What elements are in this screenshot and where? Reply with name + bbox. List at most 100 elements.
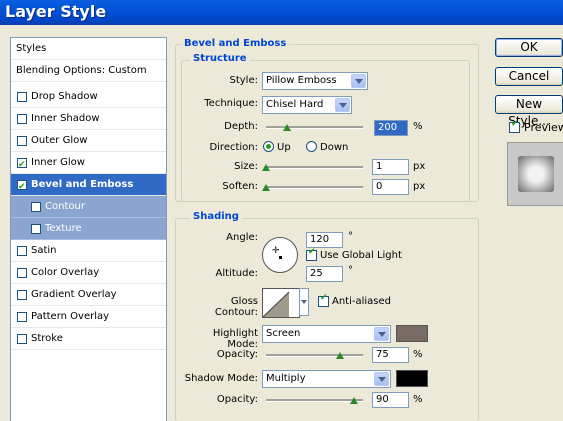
blending-options[interactable]: Blending Options: Custom [11,60,166,82]
chevron-down-icon [335,98,350,112]
altitude-input[interactable]: 25 [306,266,343,282]
highlight-opacity-unit: % [413,349,423,360]
use-global-light-checkbox[interactable] [306,247,317,261]
highlight-color-swatch[interactable] [396,325,428,342]
soften-label: Soften: [222,181,258,192]
style-item-bevel-emboss[interactable]: Bevel and Emboss [11,174,166,198]
cancel-button[interactable]: Cancel [495,67,563,86]
shadow-opacity-label: Opacity: [216,394,258,405]
chevron-down-icon [374,327,389,341]
style-item-label: Satin [31,245,57,256]
shadow-opacity-input[interactable]: 90 [372,392,409,408]
anti-aliased-checkbox[interactable] [318,293,329,307]
shading-title: Shading [190,211,242,222]
style-item-label: Pattern Overlay [31,311,110,322]
shadow-mode-select[interactable]: Multiply [262,370,391,388]
preview-checkbox[interactable] [509,119,520,133]
technique-select[interactable]: Chisel Hard [262,96,352,114]
highlight-opacity-input[interactable]: 75 [372,347,409,363]
shadow-mode-label: Shadow Mode: [184,373,258,384]
stroke-checkbox[interactable] [17,334,27,344]
style-item-pattern-overlay[interactable]: Pattern Overlay [11,306,166,328]
style-item-stroke[interactable]: Stroke [11,328,166,350]
style-label: Style: [229,75,259,86]
style-item-label: Color Overlay [31,267,100,278]
texture-checkbox[interactable] [31,224,41,234]
style-item-outer-glow[interactable]: Outer Glow [11,130,166,152]
style-item-satin[interactable]: Satin [11,240,166,262]
gloss-contour-preview[interactable] [262,288,300,318]
pattern-overlay-checkbox[interactable] [17,312,27,322]
shadow-opacity-slider[interactable] [266,399,363,402]
anti-aliased-label: Anti-aliased [332,296,392,307]
direction-down-radio[interactable] [306,141,317,152]
gloss-contour-label: Gloss Contour: [214,296,258,318]
preview-swatch [518,156,554,192]
shadow-opacity-thumb[interactable] [350,397,359,406]
depth-slider[interactable] [266,126,363,129]
chevron-down-icon [374,372,389,386]
shadow-opacity-unit: % [413,394,423,405]
bevel-emboss-checkbox[interactable] [17,176,27,198]
direction-up-radio[interactable] [263,141,274,152]
color-overlay-checkbox[interactable] [17,268,27,278]
ok-button[interactable]: OK [495,38,563,57]
style-item-gradient-overlay[interactable]: Gradient Overlay [11,284,166,306]
highlight-mode-label: Highlight Mode: [212,328,258,350]
inner-glow-checkbox[interactable] [17,154,27,176]
style-item-label: Contour [45,201,85,212]
size-slider-thumb[interactable] [262,164,271,173]
contour-checkbox[interactable] [31,202,41,212]
outer-glow-checkbox[interactable] [17,136,27,146]
new-style-button[interactable]: New Style... [495,95,563,128]
style-item-inner-shadow[interactable]: Inner Shadow [11,108,166,130]
style-item-label: Inner Glow [31,157,85,168]
size-slider[interactable] [266,166,363,169]
highlight-opacity-thumb[interactable] [336,352,345,361]
structure-title: Structure [190,53,250,64]
style-item-label: Outer Glow [31,135,88,146]
soften-slider-thumb[interactable] [262,184,271,193]
soften-slider[interactable] [266,186,363,189]
inner-shadow-checkbox[interactable] [17,114,27,124]
soften-unit: px [413,181,426,192]
style-item-color-overlay[interactable]: Color Overlay [11,262,166,284]
chevron-down-icon [301,300,307,304]
bevel-emboss-title: Bevel and Emboss [181,38,290,49]
style-item-contour[interactable]: Contour [11,196,166,218]
gradient-overlay-checkbox[interactable] [17,290,27,300]
highlight-mode-select[interactable]: Screen [262,325,391,343]
altitude-unit: ° [348,265,353,276]
soften-input[interactable]: 0 [372,179,409,195]
depth-unit: % [413,121,423,132]
angle-dial[interactable]: ✛ [262,237,298,273]
angle-input[interactable]: 120 [306,232,343,248]
style-item-label: Drop Shadow [31,91,98,102]
depth-label: Depth: [224,121,258,132]
angle-label: Angle: [226,232,258,243]
preview-label: Preview [524,121,563,134]
styles-header-label: Styles [16,43,47,54]
style-item-label: Gradient Overlay [31,289,117,300]
style-select[interactable]: Pillow Emboss [262,72,368,90]
depth-slider-thumb[interactable] [283,124,292,133]
window-title: Layer Style [5,2,107,21]
shading-group [175,218,479,421]
direction-label: Direction: [209,142,258,153]
style-item-drop-shadow[interactable]: Drop Shadow [11,86,166,108]
depth-input[interactable]: 200 [374,120,408,136]
use-global-light-label: Use Global Light [320,250,402,261]
shadow-color-swatch[interactable] [396,370,428,387]
drop-shadow-checkbox[interactable] [17,92,27,102]
altitude-label: Altitude: [215,268,258,279]
highlight-opacity-slider[interactable] [266,354,363,357]
size-input[interactable]: 1 [372,159,409,175]
style-select-value: Pillow Emboss [266,75,337,86]
styles-header[interactable]: Styles [11,38,166,60]
satin-checkbox[interactable] [17,246,27,256]
gloss-contour-dropdown[interactable] [299,288,309,316]
style-item-texture[interactable]: Texture [11,218,166,240]
contour-curve-icon [262,291,290,318]
style-item-inner-glow[interactable]: Inner Glow [11,152,166,176]
style-item-label: Bevel and Emboss [31,179,134,190]
